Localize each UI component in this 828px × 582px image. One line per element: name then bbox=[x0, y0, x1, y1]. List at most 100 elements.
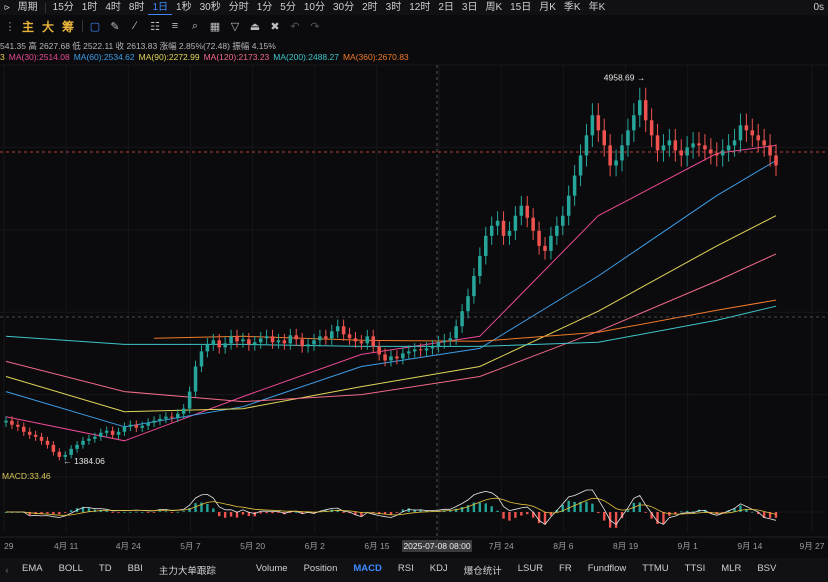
x-tick-label: 4月 11 bbox=[54, 541, 79, 551]
timeframe-11[interactable]: 30分 bbox=[329, 0, 358, 15]
indicator-tag-1[interactable]: 大 bbox=[40, 18, 56, 35]
candle-body bbox=[750, 130, 755, 136]
macd-bar bbox=[135, 511, 138, 513]
select-tool-icon[interactable]: ▢ bbox=[85, 18, 105, 34]
sub-indicator-4[interactable]: KDJ bbox=[422, 563, 456, 577]
candle-body bbox=[596, 115, 601, 131]
candle-body bbox=[495, 220, 500, 226]
sub-indicator-6[interactable]: LSUR bbox=[510, 563, 551, 577]
ma-line-1 bbox=[5, 160, 777, 428]
macd-bar bbox=[235, 512, 239, 518]
timeframe-8[interactable]: 1分 bbox=[253, 0, 277, 15]
candle-body bbox=[667, 140, 672, 146]
candle-body bbox=[732, 140, 737, 146]
timeframe-9[interactable]: 5分 bbox=[276, 0, 300, 15]
candle-body bbox=[697, 143, 701, 146]
macd-bar bbox=[123, 511, 126, 513]
candle-body bbox=[110, 430, 115, 435]
candle-body bbox=[371, 336, 375, 347]
timeframe-18[interactable]: 15日 bbox=[506, 0, 535, 15]
fib-icon[interactable]: ≡ bbox=[165, 18, 185, 34]
candle-body bbox=[626, 130, 630, 146]
timeframe-3[interactable]: 8时 bbox=[125, 0, 149, 15]
timeframe-15[interactable]: 2日 bbox=[434, 0, 458, 15]
sub-indicator-0[interactable]: Volume bbox=[248, 563, 296, 577]
timeframe-10[interactable]: 10分 bbox=[300, 0, 329, 15]
ma-line-5 bbox=[154, 299, 777, 342]
collapse-handle-icon[interactable]: ‹ bbox=[0, 565, 14, 576]
macd-bar bbox=[164, 511, 168, 513]
candle-body bbox=[673, 140, 678, 151]
candle-body bbox=[762, 140, 766, 146]
candle-body bbox=[614, 160, 618, 166]
candle-body bbox=[383, 354, 387, 361]
eraser-icon[interactable]: ✖ bbox=[265, 18, 285, 34]
timeframe-0[interactable]: 15分 bbox=[49, 0, 78, 15]
pen-icon[interactable]: ✎ bbox=[105, 18, 125, 34]
main-indicator-3[interactable]: BBI bbox=[120, 563, 151, 577]
sub-indicator-2[interactable]: MACD bbox=[345, 563, 390, 577]
timeframe-6[interactable]: 30秒 bbox=[196, 0, 225, 15]
chart-type-icon[interactable]: ⪧ bbox=[0, 0, 14, 15]
timeframe-12[interactable]: 2时 bbox=[358, 0, 382, 15]
candle-body bbox=[525, 205, 529, 218]
sub-indicator-12[interactable]: BSV bbox=[749, 563, 784, 577]
line-tool-icon[interactable]: ∕ bbox=[125, 18, 145, 34]
ohlc-readout: 541.35 高 2627.68 低 2522.11 收 2613.83 涨幅 … bbox=[0, 41, 276, 51]
main-indicator-2[interactable]: TD bbox=[91, 563, 120, 577]
sub-indicator-9[interactable]: TTMU bbox=[634, 563, 676, 577]
macd-bar bbox=[194, 503, 197, 512]
measure-icon[interactable]: ▦ bbox=[205, 18, 225, 34]
main-indicator-4[interactable]: 主力大单跟踪 bbox=[151, 563, 224, 577]
redo-icon[interactable]: ↷ bbox=[305, 18, 325, 34]
candle-body bbox=[442, 340, 447, 343]
candle-body bbox=[531, 217, 535, 231]
sub-indicator-7[interactable]: FR bbox=[551, 563, 580, 577]
indicator-tag-2[interactable]: 筹 bbox=[60, 18, 76, 35]
zoom-icon[interactable]: ⌕ bbox=[185, 18, 205, 34]
period-label[interactable]: 周期 bbox=[14, 0, 42, 15]
timeframe-5[interactable]: 1秒 bbox=[172, 0, 196, 15]
candle-body bbox=[774, 155, 778, 166]
x-tick-label: 29 bbox=[4, 541, 14, 551]
macd-bar bbox=[508, 512, 511, 521]
more-icon[interactable]: ⋮ bbox=[0, 18, 20, 34]
sub-indicator-10[interactable]: TTSI bbox=[677, 563, 714, 577]
timeframe-1[interactable]: 1时 bbox=[78, 0, 102, 15]
sub-indicator-3[interactable]: RSI bbox=[390, 563, 422, 577]
sub-indicator-11[interactable]: MLR bbox=[713, 563, 749, 577]
timeframe-20[interactable]: 季K bbox=[560, 0, 585, 15]
candlestick-chart[interactable]: 4958.69 → ← 1384.06 29 4月 11 4月 24 5月 7 5月 20 6… bbox=[0, 37, 828, 558]
timeframe-14[interactable]: 12时 bbox=[405, 0, 434, 15]
timeframe-13[interactable]: 3时 bbox=[382, 0, 406, 15]
timeframe-2[interactable]: 4时 bbox=[101, 0, 125, 15]
timeframe-17[interactable]: 周K bbox=[481, 0, 506, 15]
indicator-tag-0[interactable]: 主 bbox=[20, 18, 36, 35]
x-tick-label: 4月 24 bbox=[116, 541, 141, 551]
candle-body bbox=[57, 451, 62, 457]
timeframe-21[interactable]: 年K bbox=[585, 0, 610, 15]
crosshair-date-label: 2025-07-08 08:00 bbox=[403, 541, 470, 551]
macd-bar bbox=[64, 512, 67, 513]
sub-indicator-8[interactable]: Fundflow bbox=[580, 563, 635, 577]
macd-bar bbox=[478, 502, 482, 512]
sub-indicator-5[interactable]: 爆仓统计 bbox=[456, 563, 510, 577]
macd-bar bbox=[526, 512, 529, 515]
macd-bar bbox=[342, 512, 345, 513]
main-indicator-1[interactable]: BOLL bbox=[51, 563, 91, 577]
sub-indicator-1[interactable]: Position bbox=[296, 563, 346, 577]
grid-icon[interactable]: ☷ bbox=[145, 18, 165, 34]
timeframe-16[interactable]: 3日 bbox=[458, 0, 482, 15]
candle-body bbox=[412, 349, 417, 352]
timeframe-7[interactable]: 分时 bbox=[225, 0, 253, 15]
main-indicator-0[interactable]: EMA bbox=[14, 563, 51, 577]
candle-body bbox=[318, 336, 322, 341]
timeframe-4[interactable]: 1日 bbox=[148, 0, 173, 15]
undo-icon[interactable]: ↶ bbox=[285, 18, 305, 34]
filter-icon[interactable]: ▽ bbox=[225, 18, 245, 34]
indicator-tags: 主大筹 bbox=[20, 18, 80, 35]
candle-body bbox=[709, 149, 713, 154]
macd-bar bbox=[502, 512, 505, 519]
timeframe-19[interactable]: 月K bbox=[535, 0, 560, 15]
text-tool-icon[interactable]: ⏏ bbox=[245, 18, 265, 34]
